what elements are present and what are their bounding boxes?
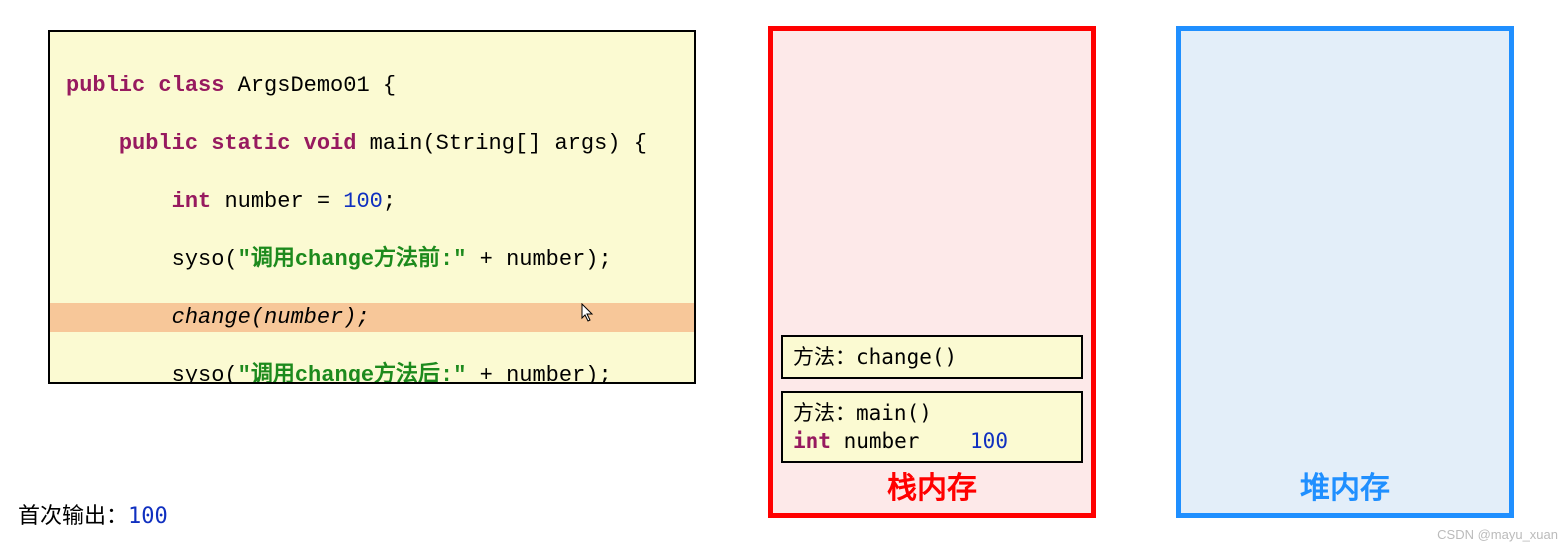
watermark-text: CSDN @mayu_xuan	[1437, 527, 1558, 542]
mouse-cursor-icon	[555, 274, 569, 294]
stack-frame-main: 方法：main() int number 100	[781, 391, 1083, 463]
output-text: 首次输出：100	[18, 498, 168, 530]
heap-memory-box: 堆内存	[1176, 26, 1514, 518]
class-name: ArgsDemo01	[238, 73, 370, 98]
heap-label: 堆内存	[1181, 463, 1509, 507]
stack-label: 栈内存	[773, 463, 1091, 507]
code-block: public class ArgsDemo01 { public static …	[48, 30, 696, 384]
stack-memory-box: 方法：change() 方法：main() int number 100 栈内存	[768, 26, 1096, 518]
highlighted-line-call: change(number);	[50, 303, 694, 332]
stack-frame-change: 方法：change()	[781, 335, 1083, 379]
